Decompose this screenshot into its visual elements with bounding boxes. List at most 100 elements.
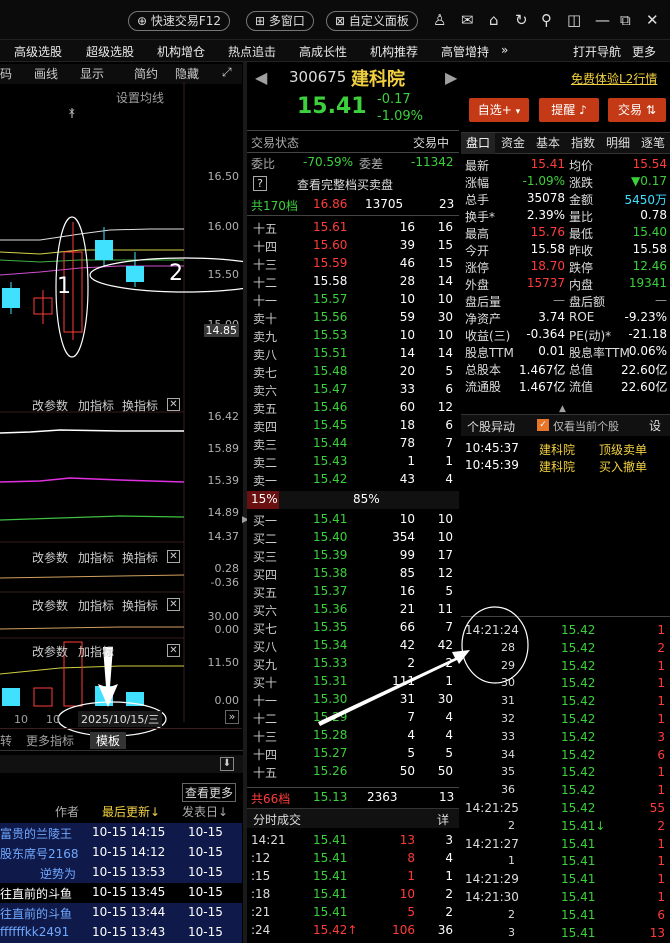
window-icon[interactable]: ◫ — [567, 11, 581, 29]
abnormal-row[interactable]: 10:45:37 建科院 顶级卖单 — [461, 440, 670, 458]
sell-level-row[interactable]: 卖八 15.51 14 14 — [247, 345, 459, 363]
panel1-modify-params[interactable]: 改参数 — [32, 397, 68, 414]
view-full-book-link[interactable]: 查看完整档买卖盘 — [297, 176, 393, 193]
collapse-up-icon[interactable]: ▲ — [559, 404, 566, 414]
tab-index[interactable]: 指数 — [566, 133, 600, 153]
multi-window-button[interactable]: ⊞ 多窗口 — [246, 11, 314, 31]
bottom-tab-template[interactable]: 模板 — [90, 732, 127, 749]
menu-item-executive-increase[interactable]: 高管增持 — [441, 43, 489, 60]
tab-tick-by-tick[interactable]: 逐笔 — [636, 133, 670, 153]
tick-row[interactable]: 14:21 15.41 13 3 — [247, 832, 459, 850]
summary-row[interactable]: 最高 15.76 最低 15.40 — [461, 224, 670, 242]
panel3-add-indicator[interactable]: 加指标 — [78, 597, 114, 614]
panel2-change-indicator[interactable]: 换指标 — [122, 549, 158, 566]
trade-row[interactable]: 29 15.42 1 — [461, 658, 670, 676]
close-icon[interactable]: ✕ — [646, 11, 659, 29]
menu-item-institution-increase[interactable]: 机构增仓 — [157, 43, 205, 60]
full-book-row[interactable]: ? 查看完整档买卖盘 — [247, 175, 459, 193]
buy-level-row[interactable]: 买五 15.37 16 5 — [247, 583, 459, 601]
news-row[interactable]: 股东席号2168 10-15 14:12 10-15 — [0, 843, 242, 863]
tick-row[interactable]: :12 15.41 8 4 — [247, 850, 459, 868]
trade-row[interactable]: 14:21:25 15.42 55 — [461, 800, 670, 818]
sell-level-row[interactable]: 十三 15.59 46 15 — [247, 255, 459, 273]
tick-row[interactable]: :15 15.41 1 1 — [247, 868, 459, 886]
news-row[interactable]: 富贵的兰陵王 10-15 14:15 10-15 — [0, 823, 242, 843]
column-last-updated[interactable]: 最后更新↓ — [102, 803, 160, 820]
summary-row[interactable]: 总股本 1.467亿 总值 22.60亿 — [461, 360, 670, 378]
refresh-icon[interactable]: ↻ — [515, 11, 528, 29]
tab-pankou[interactable]: 盘口 — [461, 133, 495, 154]
panel3-close-icon[interactable]: ✕ — [167, 598, 180, 611]
summary-row[interactable]: 净资产 3.74 ROE -9.23% — [461, 309, 670, 327]
panel2-modify-params[interactable]: 改参数 — [32, 549, 68, 566]
summary-row[interactable]: 换手* 2.39% 量比 0.78 — [461, 207, 670, 225]
buy-level-row[interactable]: 买四 15.38 85 12 — [247, 565, 459, 583]
sell-level-row[interactable]: 十五 15.61 16 16 — [247, 219, 459, 237]
sell-level-row[interactable]: 卖四 15.45 18 6 — [247, 417, 459, 435]
summary-row[interactable]: 收益(三) -0.364 PE(动)* -21.18 — [461, 326, 670, 344]
sell-level-row[interactable]: 卖十 15.56 59 30 — [247, 309, 459, 327]
panel4-modify-params[interactable]: 改参数 — [32, 643, 68, 660]
trade-button[interactable]: 交易 ⇅ — [608, 98, 666, 122]
trade-row[interactable]: 14:21:29 15.41 1 — [461, 871, 670, 889]
mail-icon[interactable]: ✉ — [461, 11, 474, 29]
tab-basic[interactable]: 基本 — [531, 133, 565, 153]
quick-trade-button[interactable]: ⊕ 快速交易F12 — [128, 11, 231, 31]
summary-row[interactable]: 总手 35078 金额 5450万 — [461, 190, 670, 208]
sell-level-row[interactable]: 卖三 15.44 78 7 — [247, 435, 459, 453]
free-l2-link[interactable]: 免费体验L2行情 — [571, 70, 657, 87]
news-row[interactable]: 逆势为 10-15 13:53 10-15 — [0, 863, 242, 883]
buy-level-row[interactable]: 十五 15.26 50 50 — [247, 763, 459, 781]
menu-item-more[interactable]: 更多 — [632, 43, 656, 60]
news-row[interactable]: 往直前的斗鱼 10-15 13:45 10-15 — [0, 883, 242, 903]
download-icon[interactable]: ⬇ — [220, 757, 234, 771]
menu-item-high-growth[interactable]: 高成长性 — [299, 43, 347, 60]
tick-row[interactable]: :18 15.41 10 2 — [247, 886, 459, 904]
tick-row[interactable]: :24 15.42↑ 106 36 — [247, 922, 459, 940]
summary-row[interactable]: 外盘 15737 内盘 19341 — [461, 275, 670, 293]
panel1-add-indicator[interactable]: 加指标 — [78, 397, 114, 414]
summary-row[interactable]: 今开 15.58 昨收 15.58 — [461, 241, 670, 259]
menu-more-arrow[interactable]: » — [501, 43, 508, 57]
trade-row[interactable]: 35 15.42 1 — [461, 764, 670, 782]
news-row[interactable]: ffffffkk2491 10-15 13:43 10-15 — [0, 923, 242, 943]
sell-level-row[interactable]: 十一 15.57 10 10 — [247, 291, 459, 309]
buy-level-row[interactable]: 买九 15.33 2 2 — [247, 655, 459, 673]
menu-item-hot-track[interactable]: 热点追击 — [228, 43, 276, 60]
tab-funds[interactable]: 资金 — [496, 133, 530, 153]
home-icon[interactable]: ⌂ — [489, 11, 499, 29]
trade-row[interactable]: 30 15.42 1 — [461, 675, 670, 693]
trade-row[interactable]: 33 15.42 3 — [461, 729, 670, 747]
abnormal-row[interactable]: 10:45:39 建科院 买入撤单 — [461, 457, 670, 475]
sell-level-row[interactable]: 卖二 15.43 1 1 — [247, 453, 459, 471]
bottom-tab-convert[interactable]: 转 — [0, 732, 12, 749]
menu-item-navigation[interactable]: 打开导航 — [573, 43, 621, 60]
restore-icon[interactable]: ⧉ — [620, 11, 631, 29]
summary-row[interactable]: 涨幅 -1.09% 涨跌 ▼0.17 — [461, 173, 670, 191]
sell-level-row[interactable]: 卖七 15.48 20 5 — [247, 363, 459, 381]
buy-level-row[interactable]: 买八 15.34 42 42 — [247, 637, 459, 655]
trade-row[interactable]: 2 15.41 6 — [461, 907, 670, 925]
scroll-right-icon[interactable]: » — [225, 710, 239, 724]
panel3-change-indicator[interactable]: 换指标 — [122, 597, 158, 614]
summary-row[interactable]: 最新 15.41 均价 15.54 — [461, 156, 670, 174]
watchlist-button[interactable]: 自选+ ▾ — [469, 98, 529, 122]
buy-level-row[interactable]: 十三 15.28 4 4 — [247, 727, 459, 745]
shirt-icon[interactable]: ⚲ — [541, 11, 552, 29]
sell-level-row[interactable]: 卖六 15.47 33 6 — [247, 381, 459, 399]
panel4-close-icon[interactable]: ✕ — [167, 644, 180, 657]
panel4-add-indicator[interactable]: 加指标 — [78, 643, 114, 660]
panel2-add-indicator[interactable]: 加指标 — [78, 549, 114, 566]
abnormal-settings-button[interactable]: 设 — [649, 417, 661, 434]
buy-level-row[interactable]: 买六 15.36 21 11 — [247, 601, 459, 619]
prev-stock-arrow-icon[interactable]: ◀ — [255, 68, 267, 87]
buy-level-row[interactable]: 买二 15.40 354 10 — [247, 529, 459, 547]
panel2-close-icon[interactable]: ✕ — [167, 550, 180, 563]
view-more-button[interactable]: 查看更多 — [182, 783, 237, 802]
minimize-icon[interactable]: — — [595, 11, 610, 29]
summary-row[interactable]: 涨停 18.70 跌停 12.46 — [461, 258, 670, 276]
menu-item-institution-recommend[interactable]: 机构推荐 — [370, 43, 418, 60]
buy-level-row[interactable]: 买一 15.41 10 10 — [247, 511, 459, 529]
buy-level-row[interactable]: 十四 15.27 5 5 — [247, 745, 459, 763]
buy-level-row[interactable]: 十一 15.30 31 30 — [247, 691, 459, 709]
